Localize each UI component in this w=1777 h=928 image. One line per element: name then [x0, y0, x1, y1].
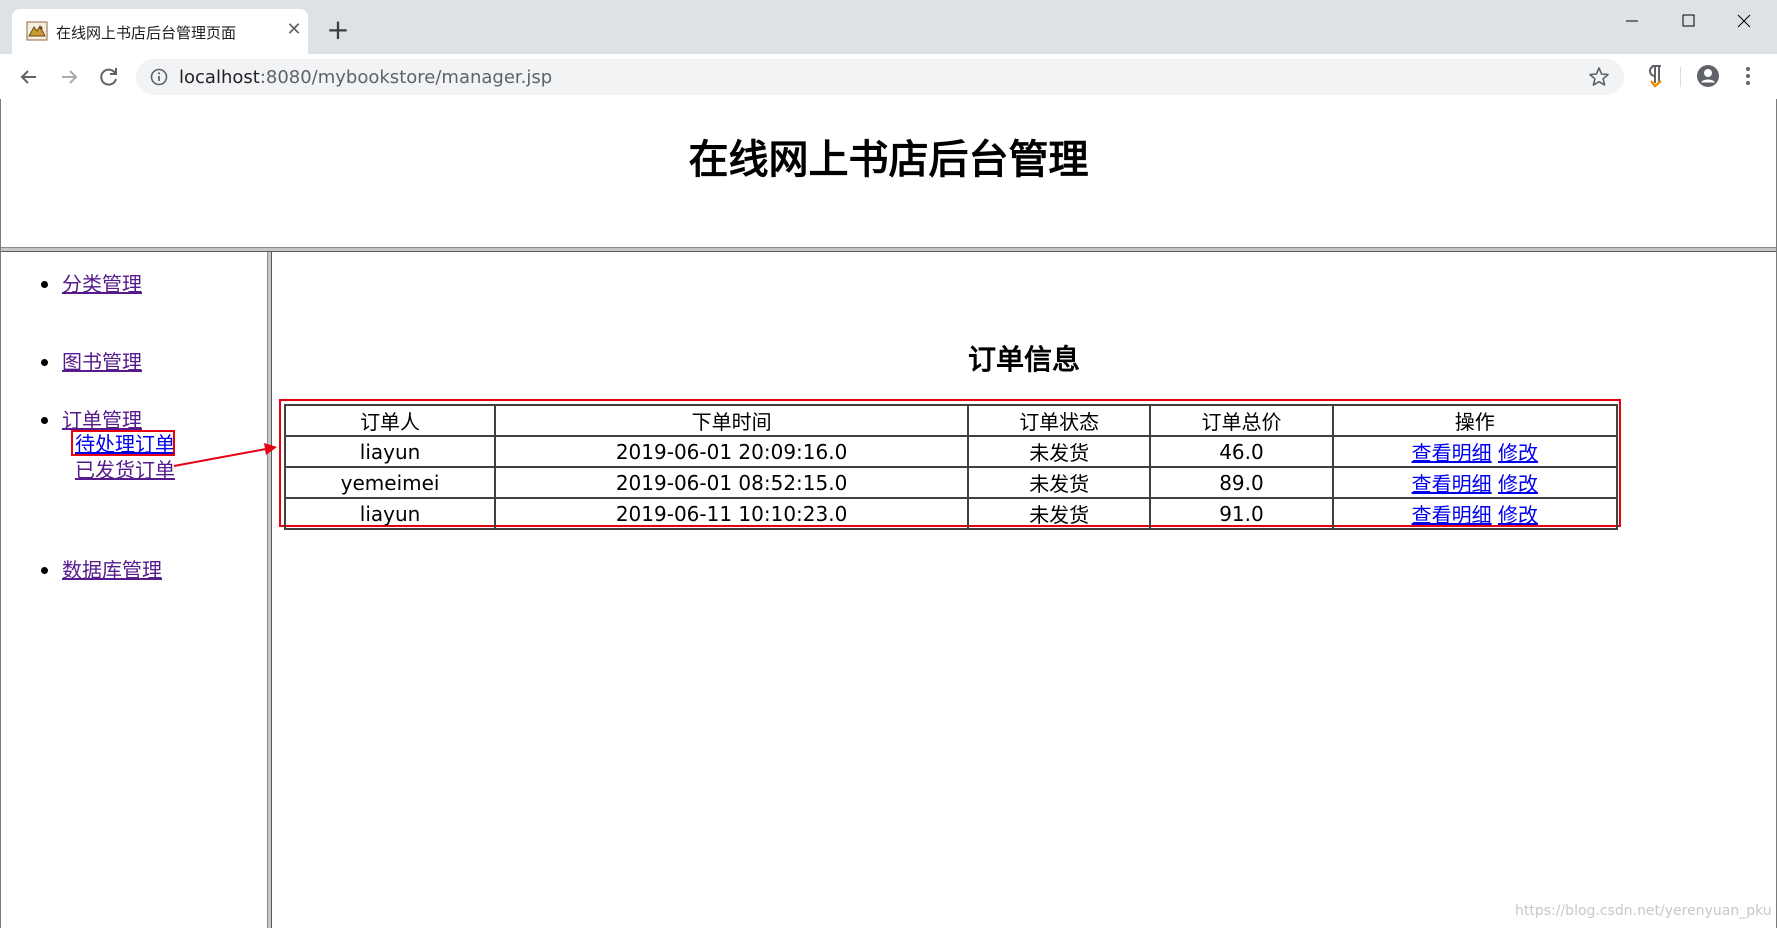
- url-path: :8080/mybookstore/manager.jsp: [259, 67, 553, 88]
- order-status-cell: 未发货: [967, 466, 1152, 499]
- order-total-cell: 46.0: [1149, 435, 1334, 468]
- page-viewport: 在线网上书店后台管理 分类管理 图书管理 订单管理 待处理订单 已发货订单 数据…: [0, 99, 1777, 928]
- url-text: localhost:8080/mybookstore/manager.jsp: [179, 67, 552, 88]
- order-time-cell: 2019-06-01 08:52:15.0: [494, 466, 970, 499]
- tomcat-favicon-icon: [26, 21, 48, 41]
- tab-title: 在线网上书店后台管理页面: [56, 24, 237, 42]
- watermark-text: https://blog.csdn.net/yerenyuan_pku: [1515, 903, 1772, 919]
- top-frame: 在线网上书店后台管理: [1, 99, 1776, 247]
- page-title: 在线网上书店后台管理: [688, 137, 1089, 183]
- forward-arrow-icon[interactable]: [54, 62, 84, 92]
- column-header: 订单人: [283, 404, 497, 437]
- toolbar-separator: [1680, 67, 1681, 87]
- table-header-row: 订单人 下单时间 订单状态 订单总价 操作: [283, 404, 1619, 437]
- table-row: yemeimei 2019-06-01 08:52:15.0 未发货 89.0 …: [283, 466, 1619, 499]
- order-actions-cell: 查看明细 修改: [1331, 435, 1619, 468]
- list-bullet: [41, 417, 48, 424]
- view-details-link[interactable]: 查看明细: [1412, 472, 1492, 496]
- order-person-cell: liayun: [283, 435, 497, 468]
- minimize-icon[interactable]: [1609, 6, 1655, 36]
- list-bullet: [41, 281, 48, 288]
- order-person-cell: yemeimei: [283, 466, 497, 499]
- account-icon[interactable]: [1695, 63, 1721, 89]
- bookmark-star-icon[interactable]: [1588, 66, 1610, 88]
- category-management-link[interactable]: 分类管理: [62, 272, 142, 296]
- table-row: liayun 2019-06-01 20:09:16.0 未发货 46.0 查看…: [283, 435, 1619, 468]
- order-actions-cell: 查看明细 修改: [1331, 466, 1619, 499]
- url-host: localhost: [179, 67, 260, 88]
- address-bar[interactable]: localhost:8080/mybookstore/manager.jsp: [136, 59, 1624, 95]
- shipped-orders-link[interactable]: 已发货订单: [75, 458, 175, 482]
- order-time-cell: 2019-06-01 20:09:16.0: [494, 435, 970, 468]
- back-arrow-icon[interactable]: [14, 62, 44, 92]
- reload-icon[interactable]: [94, 62, 124, 92]
- site-info-icon[interactable]: [150, 68, 168, 86]
- table-row: liayun 2019-06-11 10:10:23.0 未发货 91.0 查看…: [283, 497, 1619, 530]
- order-total-cell: 89.0: [1149, 466, 1334, 499]
- order-time-cell: 2019-06-11 10:10:23.0: [494, 497, 970, 530]
- order-management-link[interactable]: 订单管理: [62, 408, 142, 432]
- pending-orders-link[interactable]: 待处理订单: [75, 432, 175, 456]
- edit-order-link[interactable]: 修改: [1498, 441, 1538, 465]
- kebab-menu-icon[interactable]: [1735, 63, 1761, 89]
- column-header: 操作: [1331, 404, 1619, 437]
- view-details-link[interactable]: 查看明细: [1412, 503, 1492, 527]
- main-content-frame: 订单信息 订单人 下单时间 订单状态 订单总价 操作 liayun 2019-0…: [272, 252, 1776, 928]
- browser-toolbar: localhost:8080/mybookstore/manager.jsp: [0, 54, 1777, 100]
- order-person-cell: liayun: [283, 497, 497, 530]
- maximize-icon[interactable]: [1665, 6, 1711, 36]
- order-status-cell: 未发货: [967, 497, 1152, 530]
- orders-heading: 订单信息: [967, 343, 1080, 376]
- column-header: 订单状态: [967, 404, 1152, 437]
- edit-order-link[interactable]: 修改: [1498, 472, 1538, 496]
- book-management-link[interactable]: 图书管理: [62, 350, 142, 374]
- new-tab-icon[interactable]: +: [323, 16, 353, 46]
- browser-tab[interactable]: 在线网上书店后台管理页面 ✕: [12, 9, 308, 54]
- tab-close-icon[interactable]: ✕: [282, 18, 306, 42]
- order-status-cell: 未发货: [967, 435, 1152, 468]
- column-header: 订单总价: [1149, 404, 1334, 437]
- list-bullet: [41, 567, 48, 574]
- order-actions-cell: 查看明细 修改: [1331, 497, 1619, 530]
- left-menu-frame: 分类管理 图书管理 订单管理 待处理订单 已发货订单 数据库管理: [1, 252, 267, 928]
- browser-window: 在线网上书店后台管理页面 ✕ + localhost:8080/mybookst…: [0, 0, 1777, 928]
- window-close-icon[interactable]: [1721, 6, 1767, 36]
- database-management-link[interactable]: 数据库管理: [62, 558, 162, 582]
- view-details-link[interactable]: 查看明细: [1412, 441, 1492, 465]
- extension-pilcrow-icon[interactable]: [1642, 63, 1666, 89]
- column-header: 下单时间: [494, 404, 970, 437]
- order-total-cell: 91.0: [1149, 497, 1334, 530]
- edit-order-link[interactable]: 修改: [1498, 503, 1538, 527]
- orders-table: 订单人 下单时间 订单状态 订单总价 操作 liayun 2019-06-01 …: [283, 404, 1619, 530]
- tab-strip: 在线网上书店后台管理页面 ✕ +: [0, 0, 1777, 54]
- list-bullet: [41, 359, 48, 366]
